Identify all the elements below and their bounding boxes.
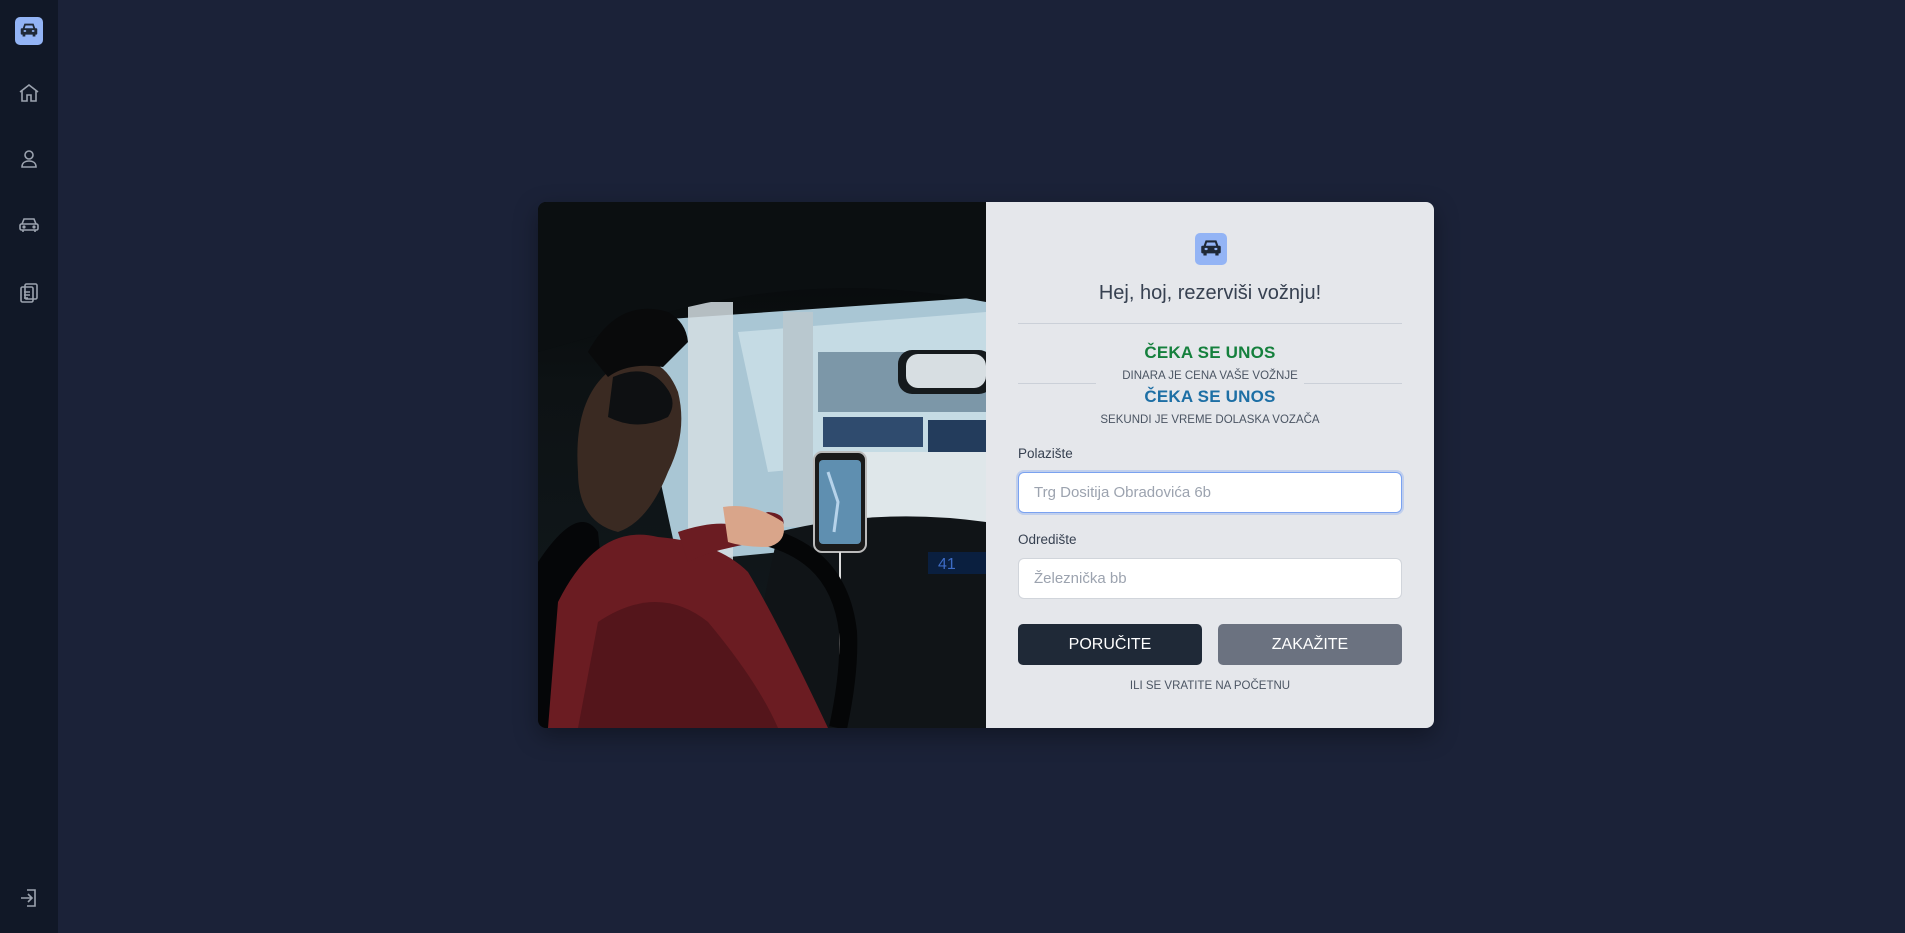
price-status: ČEKA SE UNOS bbox=[1144, 343, 1276, 362]
greeting-title: Hej, hoj, rezerviši vožnju! bbox=[1098, 282, 1322, 304]
sidebar bbox=[0, 0, 58, 933]
sidebar-item-rides[interactable] bbox=[12, 208, 46, 242]
taxi-icon bbox=[15, 17, 43, 45]
driver-photo: 41 bbox=[538, 202, 986, 728]
destination-label: Odredište bbox=[1018, 532, 1077, 547]
divider bbox=[1018, 383, 1096, 384]
logout-button[interactable] bbox=[12, 881, 46, 915]
user-icon bbox=[21, 150, 37, 168]
car-icon bbox=[19, 218, 39, 232]
divider bbox=[1018, 323, 1402, 324]
back-to-home-link[interactable]: ILI SE VRATITE NA POČETNU bbox=[986, 680, 1434, 692]
order-button[interactable]: PORUČITE bbox=[1018, 624, 1202, 665]
home-icon bbox=[19, 83, 39, 102]
eta-note: SEKUNDI JE VREME DOLASKA VOZAČA bbox=[1100, 414, 1320, 426]
price-note: DINARA JE CENA VAŠE VOŽNJE bbox=[1122, 370, 1298, 382]
clipboard-icon bbox=[20, 283, 38, 303]
origin-label: Polazište bbox=[1018, 446, 1073, 461]
origin-input[interactable] bbox=[1018, 472, 1402, 513]
sidebar-item-home[interactable] bbox=[12, 76, 46, 110]
schedule-button[interactable]: ZAKAŽITE bbox=[1218, 624, 1402, 665]
app-logo-button[interactable] bbox=[12, 14, 46, 48]
destination-input[interactable] bbox=[1018, 558, 1402, 599]
sidebar-item-profile[interactable] bbox=[12, 142, 46, 176]
divider bbox=[1304, 383, 1402, 384]
driver-illustration: 41 bbox=[538, 202, 986, 728]
eta-status: ČEKA SE UNOS bbox=[1144, 387, 1276, 406]
booking-panel: Hej, hoj, rezerviši vožnju! ČEKA SE UNOS… bbox=[986, 202, 1434, 728]
booking-card: 41 Hej, hoj, rezerviši vožnju! ČEKA SE U… bbox=[538, 202, 1434, 728]
svg-text:41: 41 bbox=[938, 556, 956, 573]
taxi-icon bbox=[1195, 233, 1227, 265]
logout-icon bbox=[21, 889, 36, 907]
sidebar-item-history[interactable] bbox=[12, 276, 46, 310]
